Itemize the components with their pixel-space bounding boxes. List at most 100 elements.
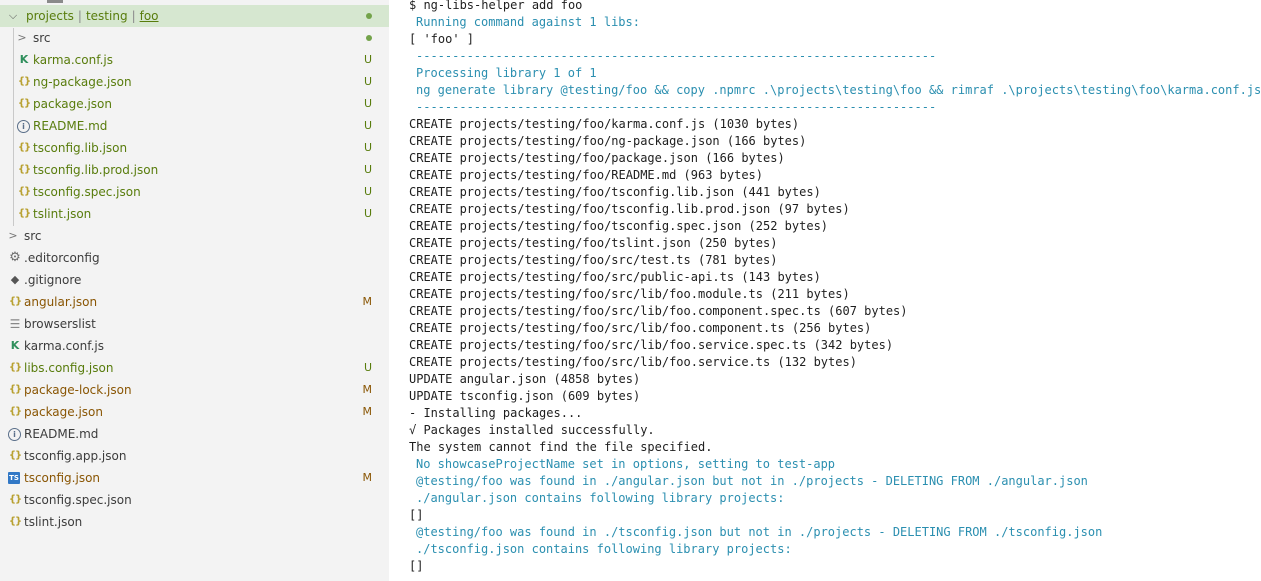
terminal-line: CREATE projects/testing/foo/package.json… bbox=[409, 151, 785, 165]
file-label: ng-package.json bbox=[33, 75, 132, 89]
file-item[interactable]: {} tslint.json bbox=[0, 511, 389, 533]
json-icon: {} bbox=[17, 186, 31, 197]
chevron-right-icon[interactable]: > bbox=[17, 27, 27, 49]
file-item[interactable]: {} tsconfig.app.json bbox=[0, 445, 389, 467]
terminal-line: CREATE projects/testing/foo/src/lib/foo.… bbox=[409, 355, 857, 369]
file-label: tsconfig.spec.json bbox=[33, 185, 141, 199]
git-status-badge: M bbox=[362, 405, 373, 418]
json-icon: {} bbox=[17, 142, 31, 153]
breadcrumb[interactable]: ⌵ projects | testing | foo bbox=[0, 5, 389, 27]
git-status-badge: M bbox=[362, 295, 373, 308]
file-item[interactable]: {} tslint.json U bbox=[0, 203, 389, 225]
chevron-down-icon: ⌵ bbox=[8, 9, 18, 22]
folder-item[interactable]: > src bbox=[0, 27, 389, 49]
json-icon: {} bbox=[8, 516, 22, 527]
file-item[interactable]: {} tsconfig.spec.json U bbox=[0, 181, 389, 203]
json-icon: {} bbox=[17, 164, 31, 175]
file-item[interactable]: Kkarma.conf.js U bbox=[0, 49, 389, 71]
terminal-line: The system cannot find the file specifie… bbox=[409, 440, 713, 454]
terminal-line: CREATE projects/testing/foo/src/lib/foo.… bbox=[409, 321, 872, 335]
karma-icon: K bbox=[19, 53, 29, 66]
file-item[interactable]: {} package.json U bbox=[0, 93, 389, 115]
file-label: src bbox=[24, 229, 42, 243]
json-icon: {} bbox=[17, 76, 31, 87]
file-label: karma.conf.js bbox=[24, 339, 104, 353]
file-item[interactable]: {} tsconfig.lib.json U bbox=[0, 137, 389, 159]
git-status-badge: U bbox=[363, 119, 372, 132]
file-label: package.json bbox=[33, 97, 113, 111]
breadcrumb-segment[interactable]: testing bbox=[86, 9, 128, 23]
json-icon: {} bbox=[8, 450, 22, 461]
file-item[interactable]: Kkarma.conf.js bbox=[0, 335, 389, 357]
file-label: tsconfig.json bbox=[24, 471, 101, 485]
file-label: tslint.json bbox=[24, 515, 83, 529]
file-item[interactable]: {} angular.json M bbox=[0, 291, 389, 313]
file-item[interactable]: ☰ browserslist bbox=[0, 313, 389, 335]
terminal-line: No showcaseProjectName set in options, s… bbox=[416, 457, 836, 471]
terminal-line: [] bbox=[409, 508, 424, 522]
json-icon: {} bbox=[17, 98, 31, 109]
file-label: .gitignore bbox=[24, 273, 82, 287]
file-item[interactable]: ◆ .gitignore bbox=[0, 269, 389, 291]
git-status-badge: U bbox=[363, 53, 372, 66]
json-icon: {} bbox=[8, 362, 22, 373]
terminal-line: ----------------------------------------… bbox=[416, 49, 937, 63]
git-status-badge: U bbox=[363, 97, 372, 110]
terminal-panel[interactable]: $ ng-libs-helper add foo Running command … bbox=[389, 0, 1261, 581]
terminal-line: Processing library 1 of 1 bbox=[416, 66, 597, 80]
git-status-badge: M bbox=[362, 383, 373, 396]
breadcrumb-segment[interactable]: projects bbox=[26, 9, 74, 23]
file-item[interactable]: {} package-lock.json M bbox=[0, 379, 389, 401]
file-label: tsconfig.lib.json bbox=[33, 141, 128, 155]
file-item[interactable]: {} libs.config.json U bbox=[0, 357, 389, 379]
file-item[interactable]: {} ng-package.json U bbox=[0, 71, 389, 93]
terminal-line: CREATE projects/testing/foo/README.md (9… bbox=[409, 168, 764, 182]
breadcrumb-separator: | bbox=[131, 9, 136, 23]
file-label: .editorconfig bbox=[24, 251, 100, 265]
git-status-badge: U bbox=[363, 141, 372, 154]
info-icon: i bbox=[8, 428, 21, 441]
terminal-line: - Installing packages... bbox=[409, 406, 583, 420]
file-item[interactable]: {} tsconfig.spec.json bbox=[0, 489, 389, 511]
terminal-line: CREATE projects/testing/foo/tsconfig.lib… bbox=[409, 185, 821, 199]
info-icon: i bbox=[17, 120, 30, 133]
file-label: tsconfig.lib.prod.json bbox=[33, 163, 159, 177]
file-item[interactable]: TS tsconfig.json M bbox=[0, 467, 389, 489]
terminal-line: $ ng-libs-helper add foo bbox=[409, 0, 583, 12]
file-label: karma.conf.js bbox=[33, 53, 113, 67]
terminal-line: ./tsconfig.json contains following libra… bbox=[416, 542, 792, 556]
file-item[interactable]: i README.md bbox=[0, 423, 389, 445]
file-label: README.md bbox=[24, 427, 99, 441]
terminal-line: ng generate library @testing/foo && copy… bbox=[416, 83, 1261, 97]
json-icon: {} bbox=[17, 208, 31, 219]
terminal-line: UPDATE angular.json (4858 bytes) bbox=[409, 372, 641, 386]
folder-item[interactable]: > src bbox=[0, 225, 389, 247]
file-label: libs.config.json bbox=[24, 361, 114, 375]
git-status-badge: U bbox=[363, 185, 372, 198]
git-status-badge: M bbox=[362, 471, 373, 484]
karma-icon: K bbox=[10, 339, 20, 352]
terminal-line: @testing/foo was found in ./tsconfig.jso… bbox=[416, 525, 1103, 539]
file-label: README.md bbox=[33, 119, 108, 133]
json-icon: {} bbox=[8, 296, 22, 307]
file-label: package.json bbox=[24, 405, 104, 419]
terminal-line: ./angular.json contains following librar… bbox=[416, 491, 785, 505]
file-item[interactable]: ⚙ .editorconfig bbox=[0, 247, 389, 269]
terminal-line: √ Packages installed successfully. bbox=[409, 423, 655, 437]
terminal-line: ----------------------------------------… bbox=[416, 100, 937, 114]
modified-dot bbox=[366, 13, 372, 19]
terminal-line: CREATE projects/testing/foo/tsconfig.spe… bbox=[409, 219, 829, 233]
terminal-line: CREATE projects/testing/foo/src/lib/foo.… bbox=[409, 287, 850, 301]
terminal-line: CREATE projects/testing/foo/ng-package.j… bbox=[409, 134, 807, 148]
json-icon: {} bbox=[8, 406, 22, 417]
modified-dot bbox=[366, 35, 372, 41]
terminal-line: CREATE projects/testing/foo/src/lib/foo.… bbox=[409, 304, 908, 318]
chevron-right-icon[interactable]: > bbox=[8, 225, 18, 247]
file-item[interactable]: {} package.json M bbox=[0, 401, 389, 423]
breadcrumb-segment-current[interactable]: foo bbox=[140, 9, 159, 23]
git-status-badge: U bbox=[363, 361, 372, 374]
breadcrumb-separator: | bbox=[77, 9, 82, 23]
terminal-line: CREATE projects/testing/foo/tsconfig.lib… bbox=[409, 202, 850, 216]
file-item[interactable]: {} tsconfig.lib.prod.json U bbox=[0, 159, 389, 181]
file-item[interactable]: i README.md U bbox=[0, 115, 389, 137]
